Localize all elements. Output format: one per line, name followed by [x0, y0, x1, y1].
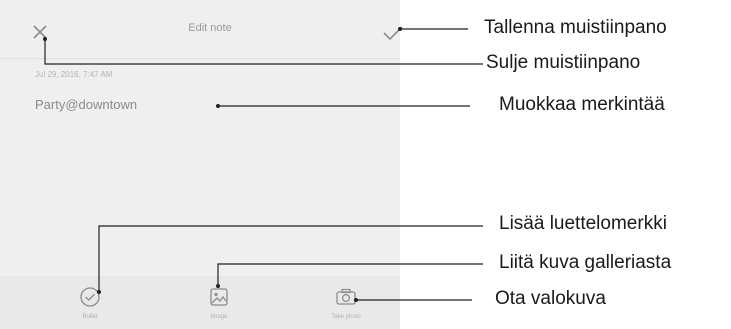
close-button[interactable]: [26, 18, 54, 46]
callout-photo: Ota valokuva: [495, 288, 606, 309]
callout-save: Tallenna muistiinpano: [484, 17, 667, 38]
bullet-check-icon: [80, 287, 100, 307]
callout-edit: Muokkaa merkintää: [499, 94, 665, 115]
phone-screen: Edit note Jul 29, 2016, 7:47 AM Party@do…: [0, 0, 403, 329]
image-icon: [210, 288, 228, 306]
divider: [0, 58, 400, 59]
page-title: Edit note: [188, 22, 232, 34]
image-button[interactable]: Image: [179, 286, 259, 320]
callout-image: Liitä kuva galleriasta: [499, 252, 672, 273]
checkmark-icon: [383, 26, 403, 41]
bottom-toolbar: Bullet Image Take photo: [0, 276, 400, 329]
note-text-field[interactable]: Party@downtown: [35, 97, 137, 112]
callout-bullet: Lisää luettelomerkki: [499, 213, 667, 234]
save-button[interactable]: [378, 20, 408, 46]
camera-icon: [336, 288, 356, 305]
callout-close: Sulje muistiinpano: [486, 52, 641, 73]
close-icon: [33, 25, 47, 39]
bullet-label: Bullet: [82, 314, 98, 320]
take-photo-button[interactable]: Take photo: [306, 286, 386, 320]
note-date: Jul 29, 2016, 7:47 AM: [35, 70, 113, 79]
title-bar: Edit note: [0, 0, 403, 58]
image-label: Image: [210, 314, 228, 320]
bullet-button[interactable]: Bullet: [50, 286, 130, 320]
take-photo-label: Take photo: [331, 314, 361, 320]
